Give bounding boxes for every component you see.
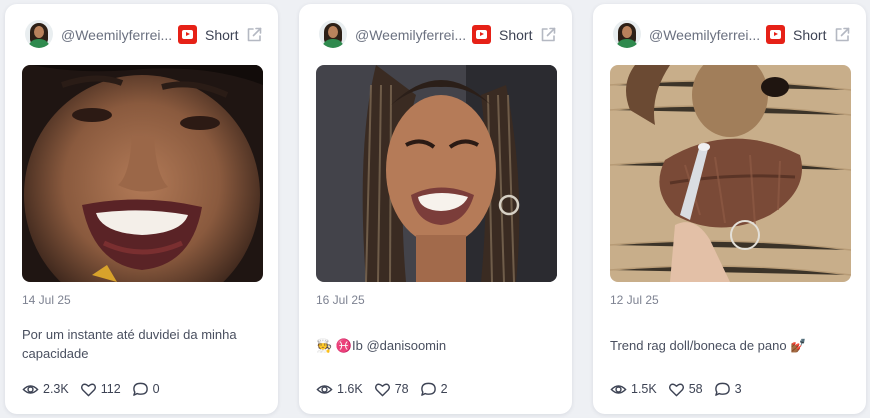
creator-handle[interactable]: @Weemilyferrei... (355, 27, 466, 43)
post-caption: Por um instante até duvidei da minha cap… (22, 327, 237, 361)
post-card[interactable]: @Weemilyferrei... Short 12 Jul 25 Trend … (593, 4, 866, 414)
eye-icon (316, 384, 333, 394)
avatar[interactable] (25, 20, 53, 48)
likes-stat: 112 (80, 381, 121, 398)
post-date: 14 Jul 25 (22, 293, 71, 307)
views-stat: 1.5K (610, 381, 657, 398)
likes-count: 58 (688, 382, 703, 396)
comments-stat: 2 (420, 381, 448, 398)
card-header: @Weemilyferrei... Short (299, 16, 572, 52)
engagement-stats: 1.6K 78 2 (316, 380, 459, 398)
post-caption: 🧑‍🍳 ♓️Ib @danisoomin (316, 338, 447, 353)
creator-handle[interactable]: @Weemilyferrei... (61, 27, 172, 43)
post-card[interactable]: @Weemilyferrei... Short 14 Jul 25 Por um… (5, 4, 278, 414)
eye-icon (610, 384, 627, 394)
youtube-icon (178, 25, 197, 44)
avatar[interactable] (613, 20, 641, 48)
views-count: 1.6K (337, 382, 363, 396)
post-type-label: Short (499, 27, 533, 43)
comment-icon (132, 382, 148, 396)
external-link-icon[interactable] (539, 26, 557, 44)
external-link-icon[interactable] (833, 26, 851, 44)
views-stat: 2.3K (22, 381, 69, 398)
post-card[interactable]: @Weemilyferrei... Short 16 J (299, 4, 572, 414)
likes-stat: 78 (374, 381, 409, 398)
heart-icon (80, 383, 96, 396)
likes-stat: 58 (668, 381, 703, 398)
likes-count: 78 (394, 382, 409, 396)
youtube-icon (766, 25, 785, 44)
comments-count: 0 (152, 382, 160, 396)
video-thumbnail[interactable] (316, 65, 557, 282)
views-stat: 1.6K (316, 381, 363, 398)
post-caption: Trend rag doll/boneca de pano 💅🏾 (610, 338, 807, 353)
views-count: 1.5K (631, 382, 657, 396)
engagement-stats: 1.5K 58 3 (610, 380, 753, 398)
external-link-icon[interactable] (245, 26, 263, 44)
video-thumbnail[interactable] (610, 65, 851, 282)
comment-icon (714, 382, 730, 396)
video-thumbnail[interactable] (22, 65, 263, 282)
avatar[interactable] (319, 20, 347, 48)
card-header: @Weemilyferrei... Short (593, 16, 866, 52)
likes-count: 112 (100, 382, 121, 396)
youtube-icon (472, 25, 491, 44)
eye-icon (22, 384, 39, 394)
post-date: 16 Jul 25 (316, 293, 365, 307)
post-date: 12 Jul 25 (610, 293, 659, 307)
comments-count: 2 (440, 382, 448, 396)
comments-stat: 0 (132, 381, 160, 398)
engagement-stats: 2.3K 112 0 (22, 380, 171, 398)
views-count: 2.3K (43, 382, 69, 396)
card-header: @Weemilyferrei... Short (5, 16, 278, 52)
post-type-label: Short (793, 27, 827, 43)
comments-stat: 3 (714, 381, 742, 398)
comments-count: 3 (734, 382, 742, 396)
post-type-label: Short (205, 27, 239, 43)
heart-icon (668, 383, 684, 396)
comment-icon (420, 382, 436, 396)
creator-handle[interactable]: @Weemilyferrei... (649, 27, 760, 43)
heart-icon (374, 383, 390, 396)
